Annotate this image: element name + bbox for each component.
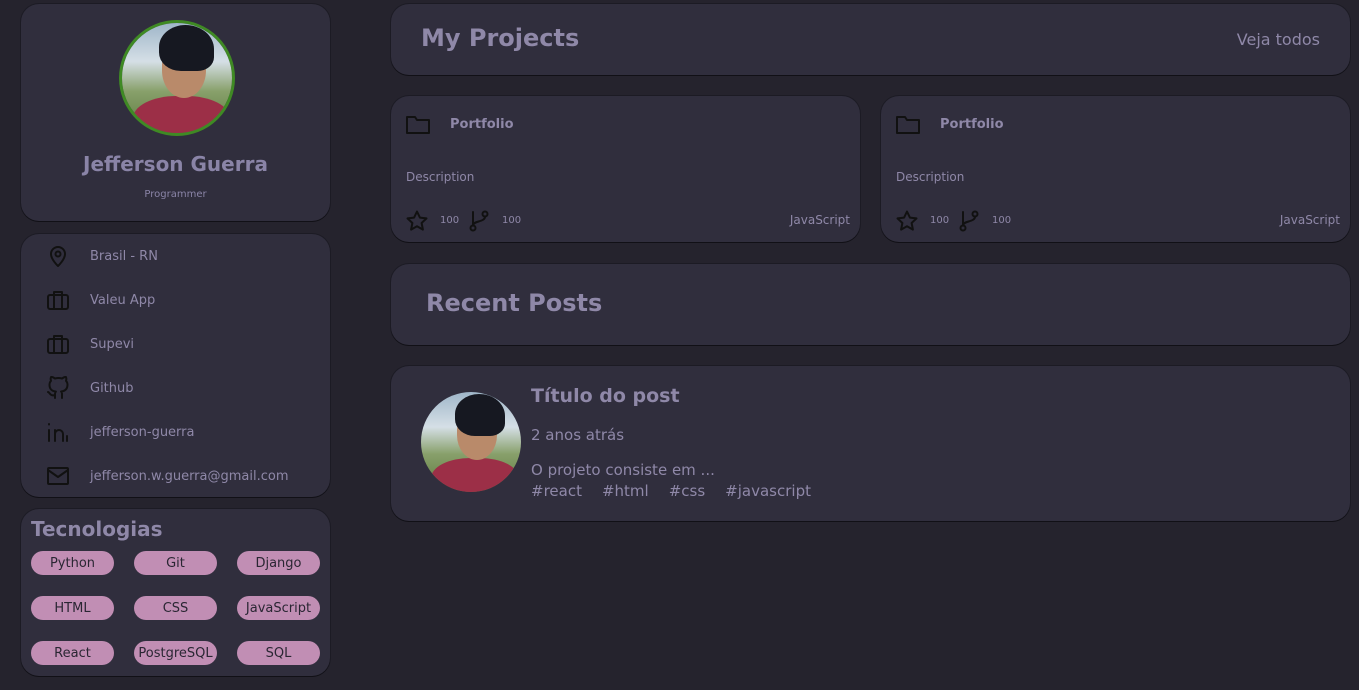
post-tag[interactable]: #css — [669, 482, 705, 500]
profile-card: Jefferson Guerra Programmer — [21, 4, 330, 221]
stars-count: 100 — [440, 215, 460, 226]
post-card[interactable]: Título do post 2 anos atrás O projeto co… — [391, 366, 1350, 521]
tech-chip: HTML — [31, 596, 114, 620]
projects-header: My Projects Veja todos — [391, 4, 1350, 75]
info-label[interactable]: jefferson-guerra — [90, 425, 194, 440]
tech-chip: PostgreSQL — [134, 641, 217, 665]
folder-icon — [406, 116, 430, 134]
star-icon — [406, 210, 428, 231]
git-fork-icon — [469, 210, 489, 232]
forks-count: 100 — [502, 215, 522, 226]
tech-chip: Git — [134, 551, 217, 575]
tech-chip: React — [31, 641, 114, 665]
forks-count: 100 — [992, 215, 1012, 226]
post-excerpt: O projeto consiste em ... — [531, 461, 715, 479]
tech-chip: JavaScript — [237, 596, 320, 620]
linkedin-icon — [45, 419, 71, 445]
info-item-location: Brasil - RN — [21, 241, 330, 271]
projects-title: My Projects — [421, 24, 580, 52]
profile-name: Jefferson Guerra — [83, 152, 268, 176]
post-tag[interactable]: #javascript — [725, 482, 811, 500]
project-description: Description — [896, 170, 965, 184]
tech-chip: CSS — [134, 596, 217, 620]
info-label: Supevi — [90, 336, 135, 352]
avatar-photo — [421, 392, 521, 492]
info-item-email[interactable]: jefferson.w.guerra@gmail.com — [21, 461, 330, 491]
briefcase-icon — [45, 287, 71, 313]
posts-header: Recent Posts — [391, 264, 1350, 345]
github-icon — [45, 375, 71, 401]
info-label[interactable]: jefferson.w.guerra@gmail.com — [90, 469, 289, 484]
tech-chip: SQL — [237, 641, 320, 665]
git-fork-icon — [959, 210, 979, 232]
technologies-title: Tecnologias — [31, 517, 163, 541]
mail-icon — [45, 463, 71, 489]
post-date: 2 anos atrás — [531, 426, 625, 444]
briefcase-icon — [45, 331, 71, 357]
info-item-company: Valeu App — [21, 285, 330, 315]
tech-chip: Python — [31, 551, 114, 575]
project-card[interactable]: Portfolio Description 100 100 JavaScript — [881, 96, 1350, 242]
avatar-photo — [122, 23, 232, 133]
info-item-github[interactable]: Github — [21, 373, 330, 403]
project-language: JavaScript — [789, 213, 850, 227]
project-card[interactable]: Portfolio Description 100 100 JavaScript — [391, 96, 860, 242]
folder-icon — [896, 116, 920, 134]
info-label: Valeu App — [90, 292, 156, 308]
project-description: Description — [406, 170, 475, 184]
project-language: JavaScript — [1279, 213, 1340, 227]
post-avatar — [421, 392, 521, 492]
info-label: Brasil - RN — [90, 248, 158, 264]
posts-title: Recent Posts — [426, 289, 603, 317]
project-name[interactable]: Portfolio — [940, 117, 1004, 132]
post-title[interactable]: Título do post — [531, 385, 680, 407]
avatar — [119, 20, 235, 136]
see-all-link[interactable]: Veja todos — [1237, 30, 1320, 49]
location-pin-icon — [45, 243, 71, 269]
info-label[interactable]: Github — [90, 381, 134, 396]
post-tag[interactable]: #react — [531, 482, 582, 500]
technologies-card: Tecnologias Python Git Django HTML CSS J… — [21, 509, 330, 676]
profile-role: Programmer — [144, 189, 207, 200]
post-tags: #react #html #css #javascript — [531, 482, 811, 500]
post-tag[interactable]: #html — [602, 482, 649, 500]
info-card: Brasil - RN Valeu App Supevi Github jeff… — [21, 234, 330, 497]
info-item-linkedin[interactable]: jefferson-guerra — [21, 417, 330, 447]
tech-chip: Django — [237, 551, 320, 575]
info-item-company: Supevi — [21, 329, 330, 359]
star-icon — [896, 210, 918, 231]
stars-count: 100 — [930, 215, 950, 226]
project-name[interactable]: Portfolio — [450, 117, 514, 132]
